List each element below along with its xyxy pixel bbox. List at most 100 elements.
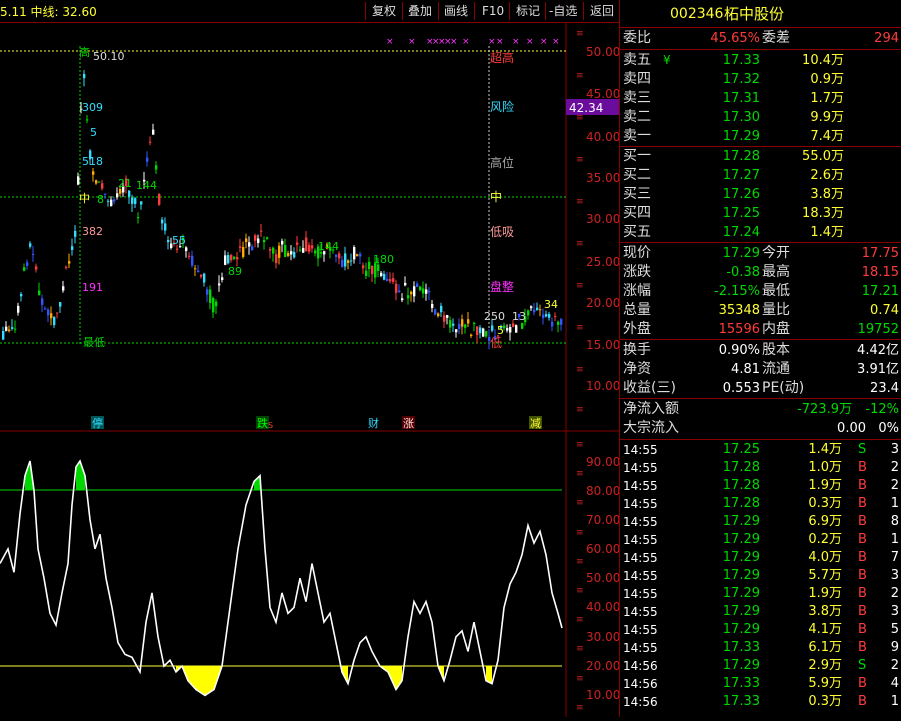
candle-body (356, 254, 359, 257)
tick-row[interactable]: 14:55 17.29 3.8万 B 3 (620, 603, 901, 621)
tick-row[interactable]: 14:56 17.33 5.9万 B 4 (620, 675, 901, 693)
divider (620, 398, 901, 399)
bid-row[interactable]: 买二 17.27 2.6万 (620, 166, 901, 185)
block-flow-value: 0.00 (837, 421, 866, 436)
bid-row[interactable]: 买三 17.26 3.8万 (620, 185, 901, 204)
quote-label: 内盘 (762, 321, 790, 337)
candle-body (32, 253, 35, 255)
candle-body (452, 323, 455, 326)
add-watchlist-button[interactable]: -自选 (547, 3, 579, 19)
tick-price: 17.29 (722, 658, 760, 673)
tick-row[interactable]: 14:55 17.29 0.2万 B 1 (620, 531, 901, 549)
candle-body (155, 165, 158, 170)
candle-body (338, 253, 341, 259)
fib-label: 309 (82, 101, 103, 114)
event-marker-finance[interactable]: 财 (368, 416, 379, 430)
bid-price: 17.25 (722, 206, 760, 221)
tick-row[interactable]: 14:55 17.29 4.0万 B 7 (620, 549, 901, 567)
candle-body (200, 274, 203, 277)
candle-body (437, 313, 440, 317)
candle-body (107, 200, 110, 202)
quote-label: 量比 (762, 302, 790, 318)
tick-row[interactable]: 14:55 17.28 1.0万 B 2 (620, 459, 901, 477)
candle-body (440, 305, 443, 313)
ask-row[interactable]: 卖五 ¥17.33 10.4万 (620, 51, 901, 70)
candle-body (551, 321, 554, 327)
candle-body (203, 273, 206, 283)
tick-row[interactable]: 14:56 17.29 2.9万 S 2 (620, 657, 901, 675)
kline-chart[interactable]: × × × × × × × × × × × × × × 50.10 高 中 最低 超高 风险 高位 中 低… (0, 22, 620, 432)
ask-row[interactable]: 卖一 17.29 7.4万 (620, 127, 901, 146)
candle-body (296, 242, 299, 245)
draw-line-button[interactable]: 画线 (442, 3, 470, 19)
bid-row[interactable]: 买五 17.24 1.4万 (620, 223, 901, 242)
kline-svg: × × ××××× × × × × × × × 50.10 高 中 最低 超高 风险 高位 中 低… (0, 22, 620, 432)
candle-body (65, 266, 68, 268)
tick-row[interactable]: 14:55 17.28 1.9万 B 2 (620, 477, 901, 495)
zone-label-low: 低 (490, 336, 502, 350)
candle-body (401, 298, 404, 301)
price-tick: 30.00 (586, 212, 619, 226)
mark-button[interactable]: 标记 (514, 3, 542, 19)
tick-row[interactable]: 14:55 17.29 6.9万 B 8 (620, 513, 901, 531)
svg-text:≡: ≡ (576, 498, 584, 508)
price-tick: 25.00 (586, 255, 619, 269)
net-flow-value: -723.9万 (797, 402, 852, 417)
lowest-label: 最低 (83, 336, 105, 349)
fib-label: 144 (318, 240, 339, 253)
tick-row[interactable]: 14:56 17.33 0.3万 B 1 (620, 693, 901, 711)
indicator-chart[interactable]: 90.00 80.00 70.00 60.00 50.00 40.00 30.0… (0, 432, 620, 717)
quote-row: 现价 17.29 今开 17.75 (620, 244, 901, 263)
tick-price: 17.29 (722, 550, 760, 565)
event-marker-rise[interactable]: 涨 (403, 417, 414, 430)
tick-side: B (858, 478, 867, 493)
candle-body (44, 308, 47, 310)
weicha-label: 委差 (762, 30, 790, 46)
tick-row[interactable]: 14:55 17.29 5.7万 B 3 (620, 567, 901, 585)
quote-value: 19752 (857, 322, 899, 337)
tick-count: 9 (890, 640, 899, 655)
ask-row[interactable]: 卖三 17.31 1.7万 (620, 89, 901, 108)
tick-row[interactable]: 14:55 17.29 1.9万 B 2 (620, 585, 901, 603)
tick-row[interactable]: 14:55 17.25 1.4万 S 3 (620, 441, 901, 459)
quote-value: 18.15 (861, 265, 899, 280)
ma-readout: 5.11 中线: 32.60 (0, 5, 97, 19)
bid-row[interactable]: 买一 17.28 55.0万 (620, 147, 901, 166)
event-marker-reduce[interactable]: 减 (530, 417, 541, 430)
f10-button[interactable]: F10 (480, 3, 506, 19)
candle-body (464, 324, 467, 328)
ask-row[interactable]: 卖四 17.32 0.9万 (620, 70, 901, 89)
candle-body (362, 265, 365, 269)
candle-body (17, 305, 20, 313)
event-marker-halt[interactable]: 停 (92, 416, 103, 430)
quote-value: -2.15% (714, 284, 760, 299)
candle-body (380, 272, 383, 277)
stock-header[interactable]: 002346 柘中股份 (620, 5, 901, 25)
candle-body (545, 314, 548, 317)
fuquan-button[interactable]: 复权 (370, 3, 398, 19)
tick-time: 14:55 (623, 461, 658, 475)
tick-row[interactable]: 14:55 17.29 4.1万 B 5 (620, 621, 901, 639)
svg-text:≡: ≡ (576, 586, 584, 596)
tick-row[interactable]: 14:55 17.28 0.3万 B 1 (620, 495, 901, 513)
event-marker-drop[interactable]: 跌 (257, 416, 268, 430)
divider (620, 339, 901, 340)
candle-body (158, 194, 161, 205)
tick-row[interactable]: 14:55 17.33 6.1万 B 9 (620, 639, 901, 657)
candle-body (527, 310, 530, 316)
tick-volume: 1.9万 (808, 478, 842, 493)
tick-price: 17.29 (722, 622, 760, 637)
fib-label: 180 (373, 253, 394, 266)
overlay-button[interactable]: 叠加 (406, 3, 434, 19)
bid-row[interactable]: 买四 17.25 18.3万 (620, 204, 901, 223)
candle-body (458, 323, 461, 329)
ind-tick: 80.00 (586, 484, 619, 498)
bid-label: 买一 (623, 148, 651, 164)
ask-row[interactable]: 卖二 17.30 9.9万 (620, 108, 901, 127)
ask-price: 17.30 (722, 110, 760, 125)
candle-body (521, 323, 524, 329)
back-button[interactable]: 返回 (588, 3, 616, 19)
price-tick: 10.00 (586, 379, 619, 393)
tick-time: 14:55 (623, 515, 658, 529)
candle-body (68, 261, 71, 264)
